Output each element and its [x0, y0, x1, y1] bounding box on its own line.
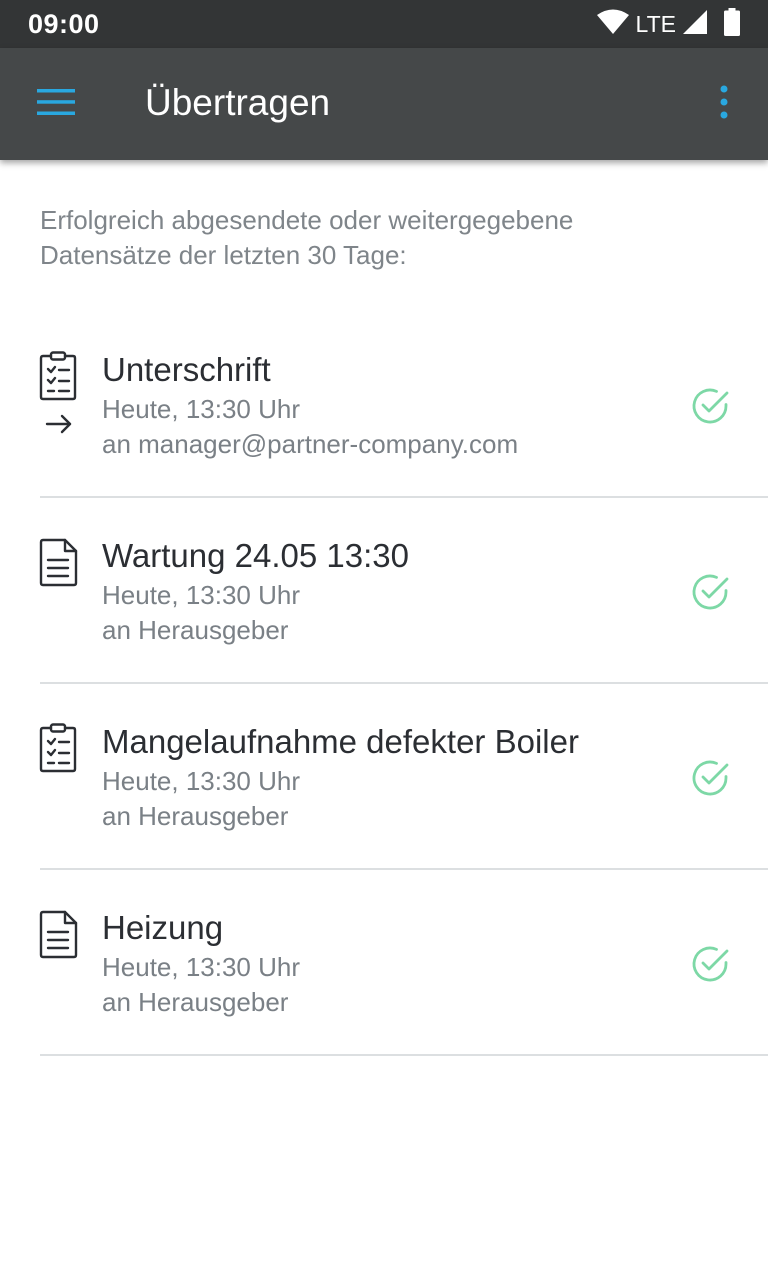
document-icon [38, 908, 80, 960]
list-item[interactable]: Heizung Heute, 13:30 Uhr an Herausgeber [0, 870, 768, 1056]
checklist-icon [38, 350, 80, 402]
network-type: LTE [635, 10, 676, 37]
list-item-texts: Heizung Heute, 13:30 Uhr an Herausgeber [102, 908, 300, 1020]
intro-text: Erfolgreich abgesendete oder weitergegeb… [40, 203, 730, 273]
overflow-menu-button[interactable] [704, 78, 744, 130]
item-time: Heute, 13:30 Uhr [102, 580, 301, 610]
item-time: Heute, 13:30 Uhr [102, 952, 301, 982]
item-title: Mangelaufnahme defekter Boiler [102, 723, 579, 760]
arrow-right-icon [44, 412, 74, 436]
hamburger-menu-icon [37, 88, 75, 121]
more-vertical-icon [720, 85, 728, 124]
transfer-list: Unterschrift Heute, 13:30 Uhr an manager… [0, 312, 768, 1056]
item-recipient: an Herausgeber [102, 987, 289, 1017]
list-item-texts: Mangelaufnahme defekter Boiler Heute, 13… [102, 722, 579, 834]
item-title: Wartung 24.05 13:30 [102, 537, 409, 574]
status-icons: LTE [596, 7, 740, 41]
check-circle-icon [690, 758, 730, 798]
page-title: Übertragen [145, 82, 331, 123]
item-time: Heute, 13:30 Uhr [102, 394, 301, 424]
wifi-icon [596, 9, 630, 40]
list-item-texts: Wartung 24.05 13:30 Heute, 13:30 Uhr an … [102, 536, 409, 648]
checklist-icon [38, 722, 80, 774]
item-recipient: an Herausgeber [102, 615, 289, 645]
app-bar: Übertragen [0, 48, 768, 160]
battery-icon [724, 7, 740, 41]
status-bar: 09:00 LTE [0, 0, 768, 48]
document-icon [38, 536, 80, 588]
item-recipient: an manager@partner-company.com [102, 429, 519, 459]
check-circle-icon [690, 572, 730, 612]
menu-button[interactable] [22, 74, 90, 134]
check-circle-icon [690, 944, 730, 984]
status-time: 09:00 [28, 9, 100, 39]
list-item[interactable]: Wartung 24.05 13:30 Heute, 13:30 Uhr an … [0, 498, 768, 684]
item-title: Unterschrift [102, 351, 271, 388]
intro-line-2: Datensätze der letzten 30 Tage: [40, 240, 407, 270]
list-item[interactable]: Unterschrift Heute, 13:30 Uhr an manager… [0, 312, 768, 498]
divider [40, 1054, 768, 1056]
item-time: Heute, 13:30 Uhr [102, 766, 301, 796]
signal-icon [682, 9, 708, 40]
check-circle-icon [690, 386, 730, 426]
intro-line-1: Erfolgreich abgesendete oder weitergegeb… [40, 205, 574, 235]
item-title: Heizung [102, 909, 224, 946]
list-item[interactable]: Mangelaufnahme defekter Boiler Heute, 13… [0, 684, 768, 870]
item-recipient: an Herausgeber [102, 801, 289, 831]
list-item-texts: Unterschrift Heute, 13:30 Uhr an manager… [102, 350, 518, 462]
